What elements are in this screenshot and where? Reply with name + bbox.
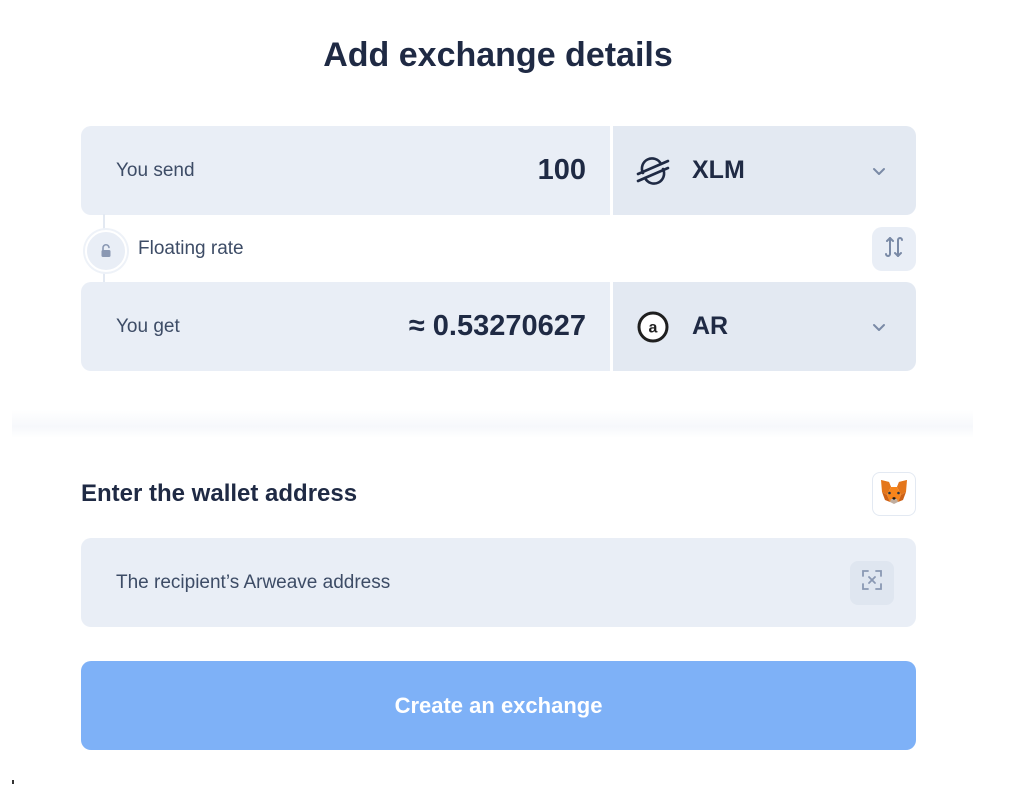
svg-text:a: a	[649, 319, 658, 336]
wallet-address-input[interactable]	[114, 570, 850, 595]
metamask-button[interactable]	[872, 472, 916, 516]
get-currency-selector[interactable]: a AR	[613, 282, 916, 371]
chevron-down-icon	[870, 162, 888, 180]
page-title: Add exchange details	[323, 36, 673, 74]
get-amount-field: You get ≈ 0.53270627	[81, 282, 610, 371]
send-amount-value[interactable]: 100	[538, 154, 586, 187]
qr-scan-button[interactable]	[850, 560, 894, 605]
qr-scan-icon	[860, 568, 884, 597]
get-label: You get	[116, 315, 180, 337]
unlock-icon[interactable]	[85, 230, 127, 272]
create-exchange-button[interactable]: Create an exchange	[81, 661, 916, 750]
send-amount-field[interactable]: You send 100	[81, 126, 610, 215]
rate-row: Floating rate	[81, 214, 916, 284]
send-label: You send	[116, 159, 195, 181]
rate-type-label[interactable]: Floating rate	[138, 238, 244, 260]
arweave-icon: a	[635, 309, 671, 345]
get-row: You get ≈ 0.53270627 a AR	[81, 282, 916, 371]
stellar-icon	[635, 153, 671, 189]
corner-mark	[12, 780, 14, 784]
chevron-down-icon	[870, 318, 888, 336]
send-row: You send 100 XLM	[81, 126, 916, 215]
get-amount-value: ≈ 0.53270627	[408, 310, 586, 342]
swap-icon	[881, 234, 907, 265]
swap-button[interactable]	[872, 227, 916, 271]
wallet-section-title: Enter the wallet address	[81, 480, 358, 507]
section-divider	[12, 410, 973, 438]
wallet-address-field[interactable]	[81, 538, 916, 627]
get-currency-code: AR	[692, 312, 729, 340]
metamask-icon	[879, 478, 909, 511]
send-currency-code: XLM	[692, 156, 745, 184]
send-currency-selector[interactable]: XLM	[613, 126, 916, 215]
